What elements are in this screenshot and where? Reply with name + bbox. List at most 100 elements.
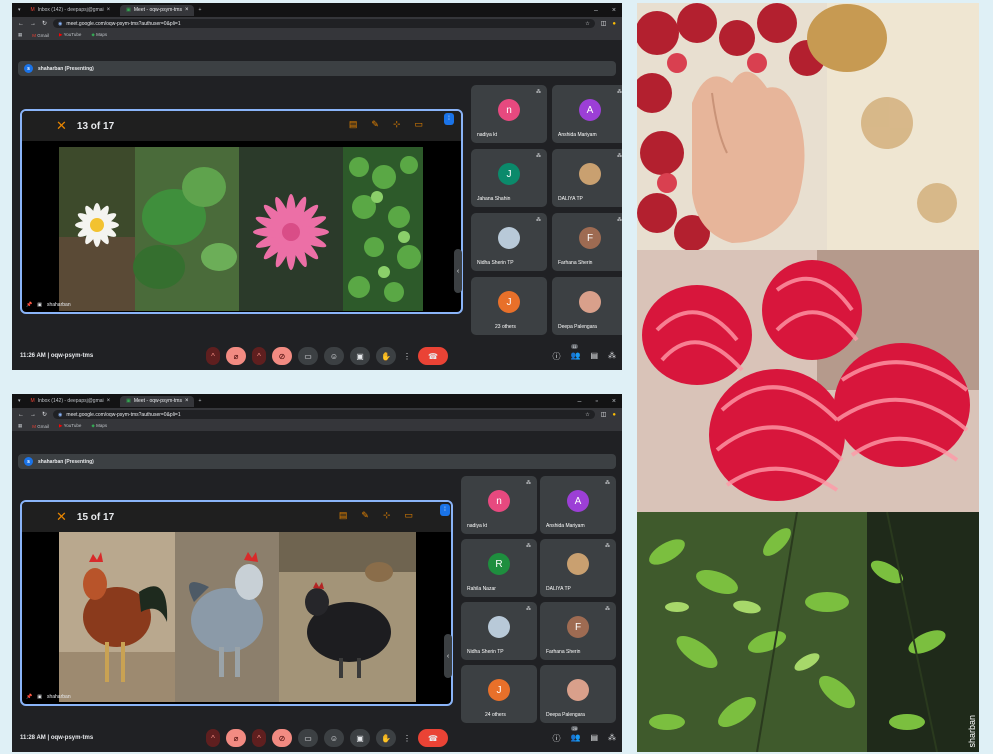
captions-button[interactable]: ▭: [298, 347, 318, 365]
apps-icon[interactable]: ▦: [18, 32, 22, 38]
participant-tile[interactable]: ⁂ n nadiya kt: [461, 476, 537, 534]
bookmark-maps[interactable]: ◆ Maps: [91, 423, 107, 429]
more-options-button[interactable]: ⋮: [402, 347, 412, 365]
new-tab-button[interactable]: +: [198, 398, 201, 404]
bookmark-maps[interactable]: ◆ Maps: [91, 32, 107, 38]
people-icon[interactable]: 👥 11: [570, 343, 580, 362]
info-icon[interactable]: ⓘ: [552, 733, 560, 744]
tab-gmail[interactable]: M Inbox (142) - deepapsj@gmai ×: [25, 5, 117, 16]
slide-tool-icon[interactable]: ▤: [339, 510, 348, 521]
participant-tile[interactable]: ⁂ DALIYA TP: [540, 539, 616, 597]
site-info-icon[interactable]: ◉: [58, 21, 62, 27]
participant-tile[interactable]: Deepa Palengara: [540, 665, 616, 723]
bookmark-gmail[interactable]: M Gmail: [32, 33, 49, 38]
profile-icon[interactable]: ●: [612, 21, 616, 27]
others-tile[interactable]: J 23 others: [471, 277, 547, 335]
leave-call-button[interactable]: ☎: [418, 729, 448, 747]
present-button[interactable]: ▣: [350, 347, 370, 365]
close-window-icon[interactable]: ×: [612, 398, 616, 405]
participant-tile[interactable]: ⁂ F Farhana Sherin: [540, 602, 616, 660]
collapse-panel-button[interactable]: ‹: [444, 634, 452, 678]
close-tab-icon[interactable]: ×: [185, 7, 189, 13]
participant-tile[interactable]: ⁂ A Anshida Mariyam: [552, 85, 622, 143]
activities-icon[interactable]: ⁂: [608, 733, 616, 744]
bookmark-youtube[interactable]: ▶ YouTube: [59, 423, 81, 429]
extensions-icon[interactable]: ◫: [601, 411, 607, 418]
close-tab-icon[interactable]: ×: [107, 398, 111, 404]
mic-toggle-button[interactable]: ⌀: [226, 347, 246, 365]
tab-meet[interactable]: ▣ Meet - oqw-psym-tms ×: [120, 4, 195, 16]
minimize-icon[interactable]: –: [594, 7, 598, 14]
window-icon[interactable]: ▭: [414, 119, 423, 130]
reload-icon[interactable]: ↻: [42, 411, 47, 418]
participant-tile[interactable]: ⁂ F Farhana Sherin: [552, 213, 622, 271]
participant-tile[interactable]: ⁂ DALIYA TP: [552, 149, 622, 207]
bookmark-gmail[interactable]: M Gmail: [32, 424, 49, 429]
leave-call-button[interactable]: ☎: [418, 347, 448, 365]
participant-tile[interactable]: ⁂ n nadiya kt: [471, 85, 547, 143]
url-field[interactable]: ◉ meet.google.com/oqw-psym-tms?authuser=0…: [53, 19, 595, 28]
tab-meet[interactable]: ▣ Meet - oqw-psym-tms ×: [120, 395, 195, 407]
pen-icon[interactable]: ✎: [361, 510, 369, 521]
tab-gmail[interactable]: M Inbox (142) - deepapsj@gmai ×: [25, 396, 117, 407]
close-window-icon[interactable]: ×: [612, 7, 616, 14]
pin-icon[interactable]: 📌: [26, 302, 32, 308]
apps-icon[interactable]: ▦: [18, 423, 22, 429]
close-tab-icon[interactable]: ×: [185, 398, 189, 404]
collapse-panel-button[interactable]: ‹: [454, 249, 462, 293]
participant-tile[interactable]: ⁂ J Jahana Shahin: [471, 149, 547, 207]
participant-tile[interactable]: Deepa Palengara: [552, 277, 622, 335]
tab-search-icon[interactable]: ▾: [18, 7, 21, 13]
close-tab-icon[interactable]: ×: [107, 7, 111, 13]
site-info-icon[interactable]: ◉: [58, 412, 62, 418]
participant-tile[interactable]: ⁂ R Rahila Nazar: [461, 539, 537, 597]
captions-button[interactable]: ▭: [298, 729, 318, 747]
participant-tile[interactable]: ⁂ Nidha Sherin TP: [461, 602, 537, 660]
url-field[interactable]: ◉ meet.google.com/oqw-psym-tms?authuser=0…: [53, 410, 595, 419]
forward-icon[interactable]: →: [30, 21, 36, 27]
info-icon[interactable]: ⓘ: [552, 351, 560, 362]
profile-icon[interactable]: ●: [612, 412, 616, 418]
pointer-icon[interactable]: ⊹: [383, 510, 391, 521]
slide-tool-icon[interactable]: ▤: [349, 119, 358, 130]
camera-options-button[interactable]: ^: [252, 729, 266, 747]
mic-options-button[interactable]: ^: [206, 347, 220, 365]
bookmark-youtube[interactable]: ▶ YouTube: [59, 32, 81, 38]
extensions-icon[interactable]: ◫: [601, 20, 607, 27]
more-options-button[interactable]: ⋮: [402, 729, 412, 747]
maximize-icon[interactable]: ▫: [595, 398, 597, 405]
new-tab-button[interactable]: +: [198, 7, 201, 13]
chat-icon[interactable]: ▤: [590, 351, 598, 362]
close-slides-icon[interactable]: ✕: [56, 509, 67, 525]
minimize-icon[interactable]: –: [578, 398, 582, 405]
back-icon[interactable]: ←: [18, 412, 24, 418]
activities-icon[interactable]: ⁂: [608, 351, 616, 362]
close-slides-icon[interactable]: ✕: [56, 118, 67, 134]
camera-toggle-button[interactable]: ⊘: [272, 729, 292, 747]
pen-icon[interactable]: ✎: [371, 119, 379, 130]
mic-toggle-button[interactable]: ⌀: [226, 729, 246, 747]
window-icon[interactable]: ▭: [404, 510, 413, 521]
tab-search-icon[interactable]: ▾: [18, 398, 21, 404]
bookmark-star-icon[interactable]: ☆: [585, 21, 589, 27]
reload-icon[interactable]: ↻: [42, 20, 47, 27]
presenting-banner: s shaharban (Presenting): [18, 454, 616, 469]
raise-hand-button[interactable]: ✋: [376, 729, 396, 747]
others-tile[interactable]: J 24 others: [461, 665, 537, 723]
raise-hand-button[interactable]: ✋: [376, 347, 396, 365]
mic-options-button[interactable]: ^: [206, 729, 220, 747]
bookmark-star-icon[interactable]: ☆: [585, 412, 589, 418]
present-button[interactable]: ▣: [350, 729, 370, 747]
chat-icon[interactable]: ▤: [590, 733, 598, 744]
participant-tile[interactable]: ⁂ A Anshida Mariyam: [540, 476, 616, 534]
pointer-icon[interactable]: ⊹: [393, 119, 401, 130]
camera-toggle-button[interactable]: ⊘: [272, 347, 292, 365]
people-icon[interactable]: 👥 28: [570, 725, 580, 744]
back-icon[interactable]: ←: [18, 21, 24, 27]
emoji-button[interactable]: ☺: [324, 729, 344, 747]
pin-icon[interactable]: 📌: [26, 694, 32, 700]
camera-options-button[interactable]: ^: [252, 347, 266, 365]
emoji-button[interactable]: ☺: [324, 347, 344, 365]
participant-tile[interactable]: ⁂ Nidha Sherin TP: [471, 213, 547, 271]
forward-icon[interactable]: →: [30, 412, 36, 418]
